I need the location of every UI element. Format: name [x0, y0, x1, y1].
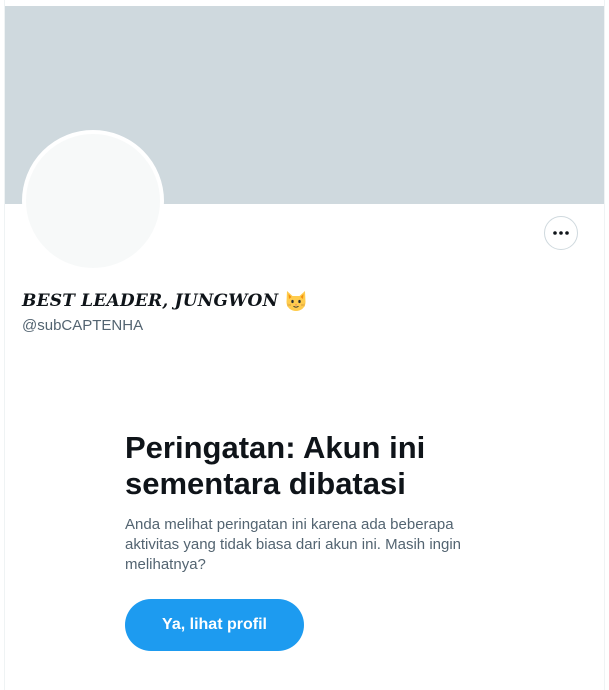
- right-border: [604, 0, 605, 690]
- warning-title: Peringatan: Akun ini sementara dibatasi: [125, 430, 426, 501]
- cat-face-emoji-icon: [286, 291, 306, 311]
- display-name-row: BEST LEADER, JUNGWON: [22, 289, 308, 313]
- warning-description: Anda melihat peringatan ini karena ada b…: [125, 516, 462, 573]
- avatar[interactable]: [22, 130, 164, 272]
- more-horizontal-icon: [553, 231, 569, 235]
- more-options-button[interactable]: [544, 216, 578, 250]
- profile-handle: @subCAPTENHA: [22, 317, 144, 334]
- view-profile-button[interactable]: Ya, lihat profil: [125, 599, 304, 651]
- display-name: BEST LEADER, JUNGWON: [22, 291, 279, 311]
- profile-page: BEST LEADER, JUNGWON @subCAPTENHA Pering…: [0, 0, 609, 690]
- restricted-warning: Peringatan: Akun ini sementara dibatasi …: [125, 430, 495, 575]
